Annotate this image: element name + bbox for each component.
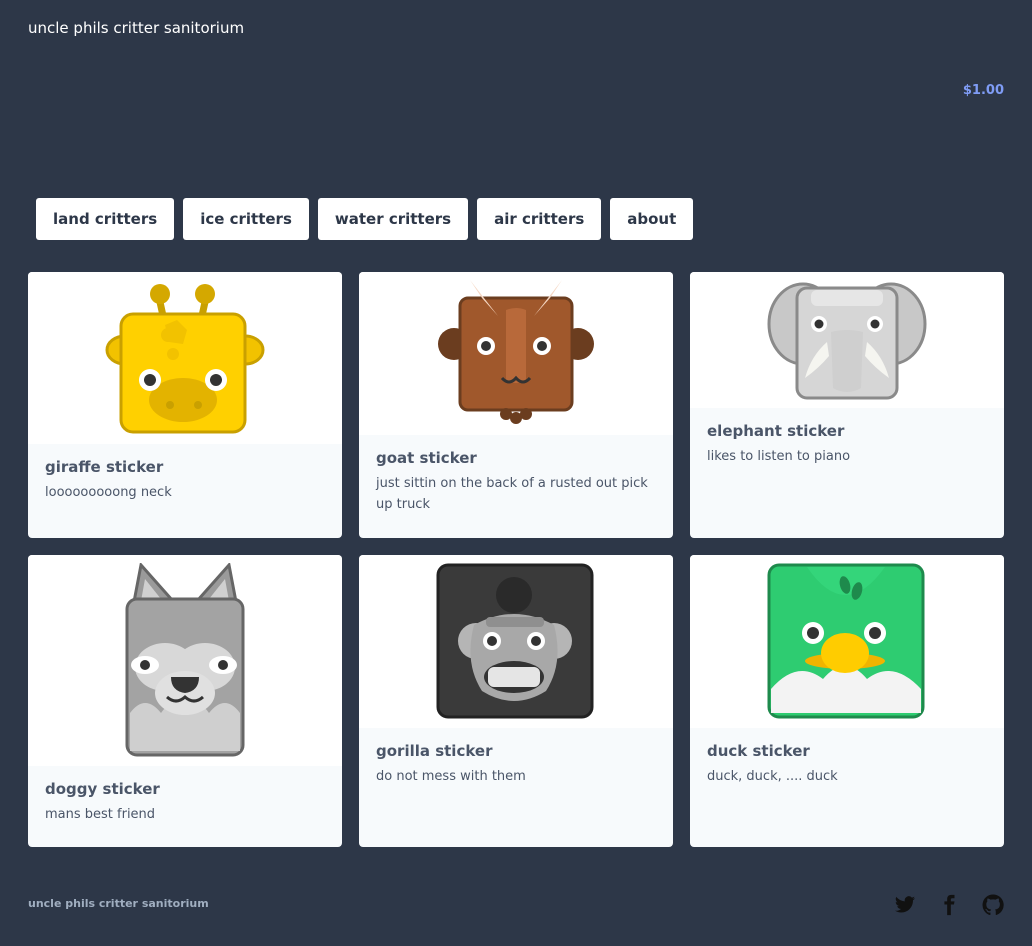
- nav-air-critters[interactable]: air critters: [477, 198, 602, 240]
- cart-total[interactable]: $1.00: [963, 83, 1004, 98]
- product-image-container: [28, 272, 342, 444]
- giraffe-sticker-image: [105, 284, 265, 434]
- product-title: elephant sticker: [707, 422, 845, 440]
- product-description: just sittin on the back of a rusted out …: [376, 476, 648, 512]
- product-image-container: [359, 555, 673, 728]
- nav-ice-critters[interactable]: ice critters: [183, 198, 309, 240]
- goat-sticker-image: [438, 280, 594, 424]
- product-description: mans best friend: [45, 807, 156, 822]
- gorilla-sticker-image: [436, 563, 594, 719]
- product-description: do not mess with them: [376, 769, 526, 784]
- site-title[interactable]: uncle phils critter sanitorium: [28, 18, 244, 38]
- nav-about[interactable]: about: [610, 198, 694, 240]
- product-card-goat[interactable]: goat sticker just sittin on the back of …: [359, 272, 673, 538]
- category-nav: land critters ice critters water critter…: [36, 198, 694, 240]
- product-title: goat sticker: [376, 449, 477, 467]
- social-links: [894, 894, 1004, 916]
- product-description: looooooooong neck: [45, 485, 172, 500]
- product-title: giraffe sticker: [45, 458, 164, 476]
- product-image-container: [359, 272, 673, 435]
- product-card-giraffe[interactable]: giraffe sticker looooooooong neck: [28, 272, 342, 538]
- duck-sticker-image: [767, 563, 925, 719]
- product-card-doggy[interactable]: doggy sticker mans best friend: [28, 555, 342, 847]
- github-icon[interactable]: [982, 894, 1004, 916]
- footer-site-title: uncle phils critter sanitorium: [28, 897, 209, 910]
- product-card-gorilla[interactable]: gorilla sticker do not mess with them: [359, 555, 673, 847]
- product-image-container: [690, 555, 1004, 728]
- facebook-icon[interactable]: [938, 894, 960, 916]
- product-card-duck[interactable]: duck sticker duck, duck, .... duck: [690, 555, 1004, 847]
- product-image-container: [690, 272, 1004, 408]
- nav-water-critters[interactable]: water critters: [317, 198, 469, 240]
- product-title: doggy sticker: [45, 780, 160, 798]
- nav-land-critters[interactable]: land critters: [36, 198, 175, 240]
- product-card-elephant[interactable]: elephant sticker likes to listen to pian…: [690, 272, 1004, 538]
- product-image-container: [28, 555, 342, 766]
- product-description: duck, duck, .... duck: [707, 769, 838, 784]
- product-description: likes to listen to piano: [707, 449, 851, 464]
- product-grid: giraffe sticker looooooooong neck goat s…: [28, 272, 1004, 847]
- twitter-icon[interactable]: [894, 894, 916, 916]
- product-title: duck sticker: [707, 742, 810, 760]
- elephant-sticker-image: [767, 282, 927, 400]
- product-title: gorilla sticker: [376, 742, 493, 760]
- doggy-sticker-image: [125, 563, 245, 757]
